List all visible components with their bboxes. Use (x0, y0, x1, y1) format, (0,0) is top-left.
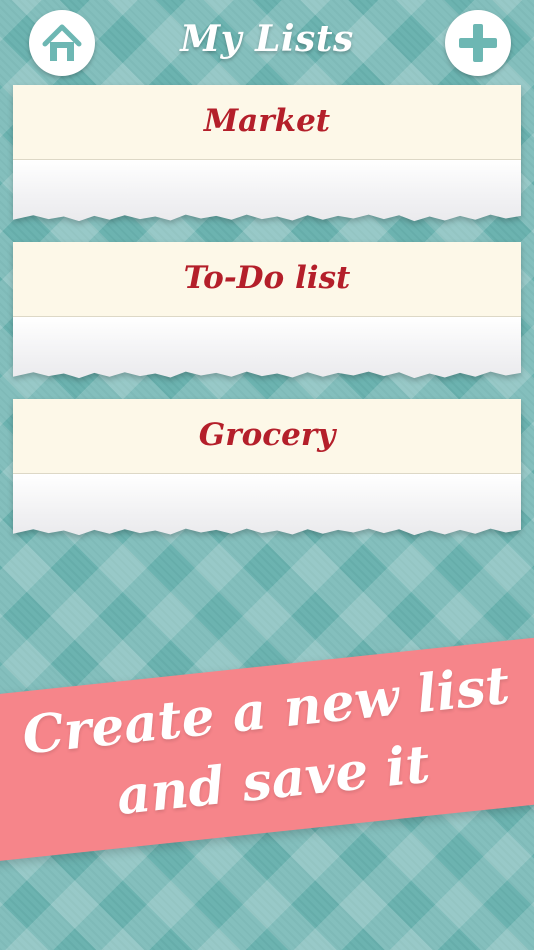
add-list-button[interactable] (445, 10, 511, 76)
list-card-todo[interactable]: To-Do list (13, 242, 521, 382)
list-title: To-Do list (183, 260, 351, 296)
page-title: My Lists (180, 18, 354, 60)
list-title: Grocery (198, 417, 336, 453)
list-card-market[interactable]: Market (13, 85, 521, 225)
plus-icon (459, 24, 497, 62)
app-header: My Lists (0, 0, 534, 85)
torn-paper-body (13, 317, 521, 379)
home-button[interactable] (29, 10, 95, 76)
list-title: Market (203, 103, 331, 139)
home-icon (42, 24, 82, 61)
list-card-header: Market (13, 85, 521, 160)
list-card-header: To-Do list (13, 242, 521, 317)
list-card-grocery[interactable]: Grocery (13, 399, 521, 539)
torn-paper-body (13, 474, 521, 536)
promo-banner: Create a new list and save it (0, 635, 534, 863)
list-card-header: Grocery (13, 399, 521, 474)
torn-paper-body (13, 160, 521, 222)
